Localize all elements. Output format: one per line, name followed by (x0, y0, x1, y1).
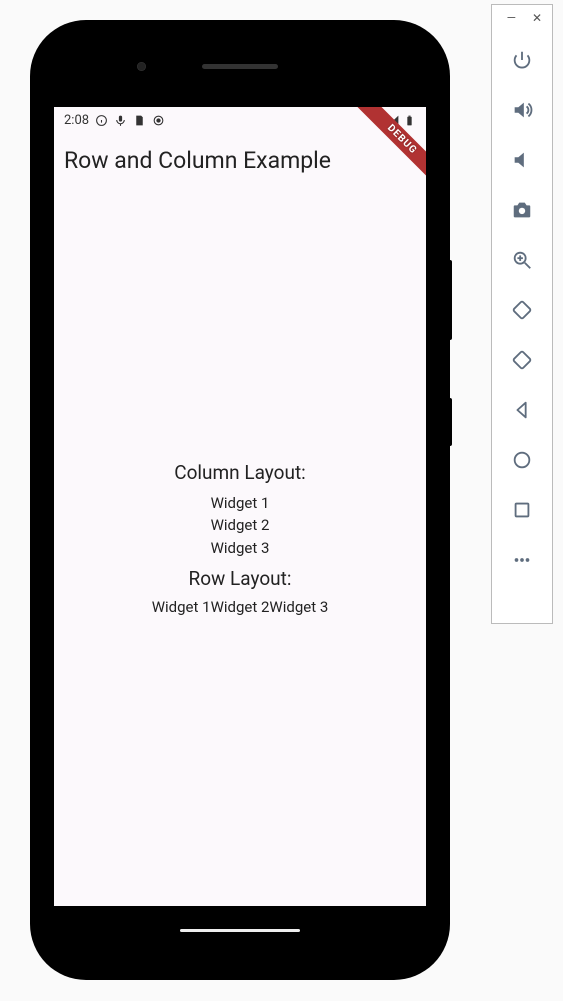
info-icon (95, 114, 108, 127)
column-item: Widget 2 (211, 514, 270, 537)
battery-icon (403, 114, 416, 127)
home-indicator (180, 929, 300, 932)
volume-up-button[interactable] (502, 85, 542, 135)
rotate-right-button[interactable] (502, 335, 542, 385)
rotate-left-button[interactable] (502, 285, 542, 335)
column-item: Widget 3 (211, 537, 270, 560)
sd-card-icon (133, 114, 146, 127)
row-item: Widget 2 (211, 598, 270, 616)
device-frame: 2:08 DEBUG Row and Column Example (30, 20, 450, 980)
status-time: 2:08 (64, 113, 89, 128)
device-screen: 2:08 DEBUG Row and Column Example (54, 107, 426, 906)
row-layout-title: Row Layout: (189, 567, 292, 590)
minimize-button[interactable]: — (507, 11, 516, 25)
row-item: Widget 1 (152, 598, 211, 616)
row-layout: Widget 1 Widget 2 Widget 3 (152, 598, 329, 616)
close-button[interactable]: ✕ (532, 11, 542, 25)
device-frame-inner: 2:08 DEBUG Row and Column Example (42, 32, 438, 968)
phone-camera (137, 62, 146, 71)
row-item: Widget 3 (269, 598, 328, 616)
screenshot-button[interactable] (502, 185, 542, 235)
back-button[interactable] (502, 385, 542, 435)
emulator-toolbar: — ✕ (491, 4, 553, 624)
power-button[interactable] (502, 35, 542, 85)
phone-speaker (202, 64, 278, 69)
status-bar-left: 2:08 (64, 113, 165, 128)
app-body: Column Layout: Widget 1 Widget 2 Widget … (54, 167, 426, 906)
more-button[interactable] (502, 535, 542, 585)
column-layout: Widget 1 Widget 2 Widget 3 (211, 492, 270, 560)
overview-button[interactable] (502, 485, 542, 535)
volume-down-button[interactable] (502, 135, 542, 185)
column-item: Widget 1 (211, 492, 270, 515)
window-controls: — ✕ (492, 7, 552, 35)
home-button[interactable] (502, 435, 542, 485)
column-layout-title: Column Layout: (174, 461, 306, 484)
zoom-button[interactable] (502, 235, 542, 285)
mic-icon (114, 114, 127, 127)
circle-icon (152, 114, 165, 127)
